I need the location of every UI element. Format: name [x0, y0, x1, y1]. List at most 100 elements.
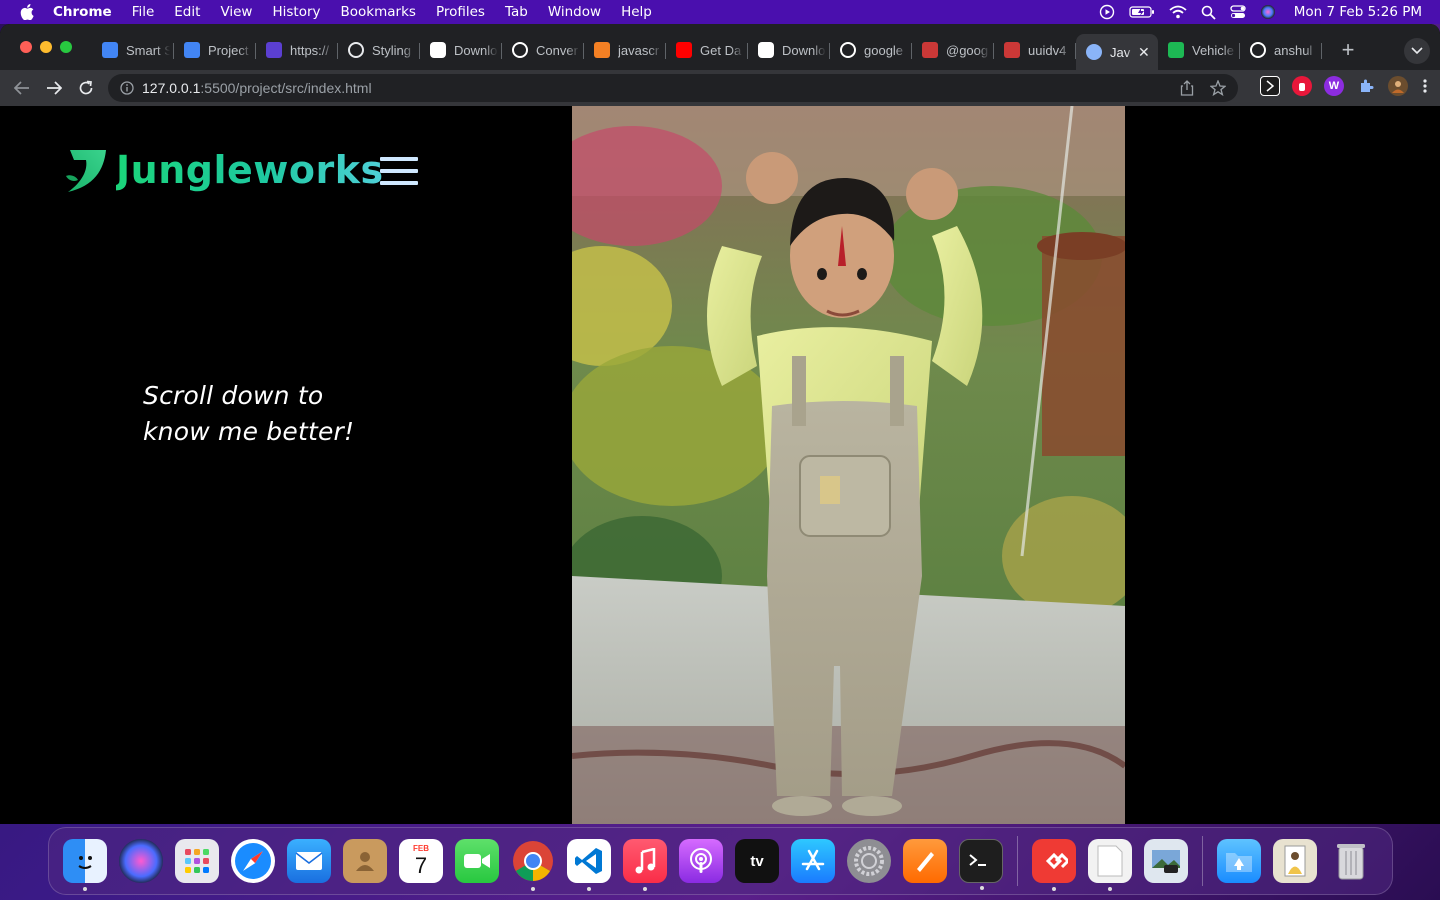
browser-tab[interactable]: Vehicle — [1158, 34, 1240, 66]
system-preferences-icon[interactable] — [847, 839, 891, 883]
address-bar[interactable]: 127.0.0.1:5500/project/src/index.html — [108, 74, 1238, 102]
siri-icon[interactable] — [1260, 4, 1276, 20]
profile-avatar-icon[interactable] — [1388, 76, 1408, 96]
terminal-icon[interactable] — [959, 839, 1003, 890]
podcasts-icon[interactable] — [679, 839, 723, 883]
safari-icon[interactable] — [231, 839, 275, 883]
tab-search-button[interactable] — [1404, 38, 1430, 64]
share-icon[interactable] — [1180, 80, 1194, 99]
hamburger-menu-button[interactable] — [380, 157, 418, 185]
launchpad-icon[interactable] — [175, 839, 219, 883]
menu-profiles[interactable]: Profiles — [426, 4, 495, 20]
close-tab-icon[interactable]: ✕ — [1138, 44, 1150, 61]
bookmark-star-icon[interactable] — [1209, 79, 1227, 99]
control-center-icon[interactable] — [1230, 5, 1246, 19]
menu-bookmarks[interactable]: Bookmarks — [331, 4, 426, 20]
tab-label: @goog — [946, 42, 989, 58]
facetime-icon[interactable] — [455, 839, 499, 883]
back-arrow-icon — [14, 81, 29, 95]
browser-tab[interactable]: @goog — [912, 34, 994, 66]
running-indicator — [1052, 887, 1056, 891]
browser-tab[interactable]: javascr — [584, 34, 666, 66]
trash-icon[interactable] — [1329, 839, 1373, 883]
app-store-icon[interactable] — [791, 839, 835, 883]
site-info-icon[interactable] — [120, 81, 134, 95]
extension-hand-icon[interactable] — [1292, 76, 1312, 96]
close-window-button[interactable] — [20, 41, 32, 53]
browser-tab[interactable]: uuidv4 — [994, 34, 1076, 66]
chrome-dock-icon[interactable] — [511, 839, 555, 891]
menu-tab[interactable]: Tab — [495, 4, 538, 20]
brand-logo[interactable]: Jungleworks — [64, 146, 384, 194]
browser-tab[interactable]: https:// — [256, 34, 338, 66]
profile-photo — [572, 106, 1125, 824]
anydesk-icon[interactable] — [1032, 839, 1076, 891]
downloads-folder-icon[interactable] — [1217, 839, 1261, 883]
spotlight-search-icon[interactable] — [1201, 5, 1216, 20]
finder-icon[interactable] — [63, 839, 107, 891]
tab-label: Downlo — [782, 42, 826, 58]
running-indicator — [980, 886, 984, 890]
browser-tab[interactable]: Downlo — [420, 34, 502, 66]
menu-view[interactable]: View — [210, 4, 262, 20]
tab-label: Downlo — [454, 42, 498, 58]
pages-icon[interactable] — [903, 839, 947, 883]
tab-label: Project — [208, 42, 249, 58]
tab-strip: Smart S Project https:// Styling Downlo Conve… — [0, 24, 1440, 70]
browser-tab[interactable]: Conver — [502, 34, 584, 66]
globe-icon — [1086, 44, 1102, 60]
browser-tab[interactable]: Downlo — [748, 34, 830, 66]
contacts-icon[interactable] — [343, 839, 387, 883]
menu-window[interactable]: Window — [538, 4, 611, 20]
menu-app-chrome[interactable]: Chrome — [51, 4, 122, 20]
vscode-icon[interactable] — [567, 839, 611, 891]
image-stack-icon[interactable] — [1273, 839, 1317, 883]
jungleworks-leaf-icon — [66, 150, 106, 192]
mail-icon[interactable] — [287, 839, 331, 883]
forward-button[interactable] — [38, 74, 70, 102]
google-docs-icon — [102, 42, 118, 58]
battery-icon[interactable] — [1129, 5, 1155, 19]
menu-clock[interactable]: Mon 7 Feb 5:26 PM — [1294, 4, 1422, 20]
browser-tab[interactable]: Styling — [338, 34, 420, 66]
zoom-window-button[interactable] — [60, 41, 72, 53]
apple-icon[interactable] — [17, 2, 37, 22]
forward-arrow-icon — [47, 81, 62, 95]
menu-history[interactable]: History — [262, 4, 330, 20]
web3-icon — [266, 42, 282, 58]
screen-recording-icon[interactable] — [1099, 4, 1115, 20]
preview-icon[interactable] — [1144, 839, 1188, 883]
chrome-menu-icon[interactable] — [1420, 76, 1430, 96]
github-icon — [840, 42, 856, 58]
green-app-icon — [1168, 42, 1184, 58]
music-icon[interactable] — [623, 839, 667, 891]
extensions-bar: W — [1260, 76, 1430, 96]
reload-button[interactable] — [70, 74, 102, 102]
browser-tab[interactable]: Smart S — [92, 34, 174, 66]
browser-tab[interactable]: Jav ✕ — [1076, 34, 1158, 70]
dock-separator — [1202, 836, 1203, 886]
wifi-icon[interactable] — [1169, 5, 1187, 19]
menu-edit[interactable]: Edit — [164, 4, 210, 20]
youtube-icon — [676, 42, 692, 58]
browser-tab[interactable]: google — [830, 34, 912, 66]
tab-label: https:// — [290, 42, 330, 58]
calendar-icon[interactable]: FEB 7 — [399, 839, 443, 883]
new-tab-button[interactable]: + — [1334, 36, 1362, 64]
scroll-tagline: Scroll down to know me better! — [143, 378, 354, 450]
apple-tv-icon[interactable]: tv — [735, 839, 779, 883]
browser-tab[interactable]: anshul — [1240, 34, 1322, 66]
extension-1-icon[interactable] — [1260, 76, 1280, 96]
browser-tab[interactable]: Get Da — [666, 34, 748, 66]
tab-label: uuidv4 — [1028, 42, 1067, 58]
hamburger-line — [380, 157, 418, 161]
siri-app-icon[interactable] — [119, 839, 163, 883]
extension-w-icon[interactable]: W — [1324, 76, 1344, 96]
extensions-puzzle-icon[interactable] — [1356, 76, 1376, 96]
back-button[interactable] — [6, 74, 38, 102]
menu-file[interactable]: File — [122, 4, 165, 20]
minimize-window-button[interactable] — [40, 41, 52, 53]
browser-tab[interactable]: Project — [174, 34, 256, 66]
menu-help[interactable]: Help — [611, 4, 662, 20]
document-icon[interactable] — [1088, 839, 1132, 891]
